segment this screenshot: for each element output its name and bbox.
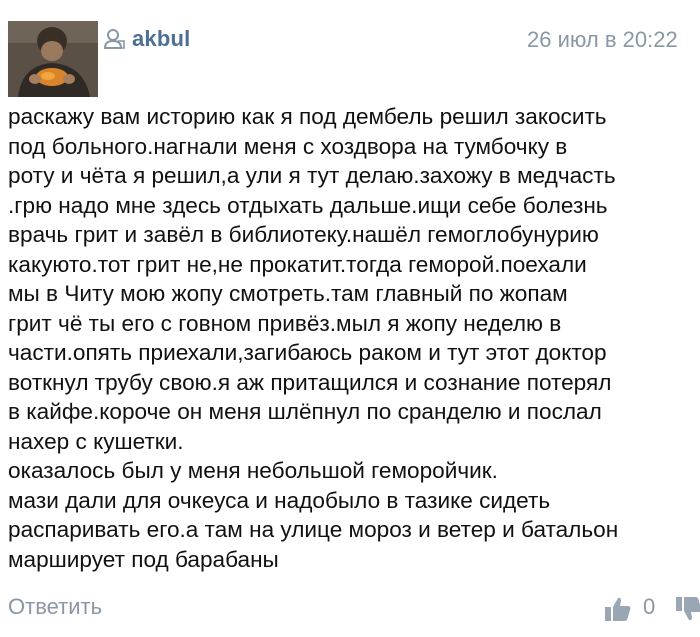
- comment-text-line: оказалось был у меня небольшой геморойчи…: [8, 458, 498, 483]
- comment-timestamp[interactable]: 26 июл в 20:22: [527, 27, 678, 53]
- avatar[interactable]: [8, 21, 98, 97]
- thumbs-up-icon[interactable]: [604, 596, 632, 622]
- comment-text-line: распаривать его.а там на улице мороз и в…: [8, 517, 619, 542]
- comment-text-line: в кайфе.короче он меня шлёпнул по сранде…: [8, 399, 602, 424]
- comment-text: раскажу вам историю как я под дембель ре…: [8, 102, 700, 574]
- comment-text-line: врачь грит и завёл в библиотеку.нашёл ге…: [8, 222, 599, 247]
- like-count: 0: [643, 594, 656, 619]
- thumbs-down-icon[interactable]: [675, 596, 700, 622]
- reply-button[interactable]: Ответить: [8, 594, 102, 620]
- comment-text-line: нахер с кушетки.: [8, 428, 184, 454]
- comment-text-line: мази дали для очкеуса и надобыло в тазик…: [8, 487, 551, 513]
- user-icon: [103, 28, 126, 50]
- comment-text-line: какуюто.тот грит не,не прокатит.тогда ге…: [8, 251, 587, 277]
- comment-text-line: части.опять приехали,загибаюсь раком и т…: [8, 340, 607, 365]
- comment-card: akbul 26 июл в 20:22 раскажу вам историю…: [0, 0, 700, 637]
- comment-text-line: роту и чёта я решил,а ули я тут делаю.за…: [8, 163, 616, 188]
- comment-text-line: раскажу вам историю как я под дембель ре…: [8, 104, 607, 129]
- avatar-photo: [8, 21, 98, 97]
- comment-text-line: мы в Читу мою жопу смотреть.там главный …: [8, 281, 568, 306]
- author: akbul: [103, 24, 190, 54]
- comment-text-line: .грю надо мне здесь отдыхать дальше.ищи …: [8, 192, 608, 218]
- comment-text-line: марширует под барабаны: [8, 546, 279, 572]
- comment-text-line: под больного.нагнали меня с хоздвора на …: [8, 133, 568, 159]
- comment-text-line: воткнул трубу свою.я аж притащился и соз…: [8, 369, 612, 395]
- comment-text-line: грит чё ты его с говном привёз.мыл я жоп…: [8, 310, 562, 336]
- author-name[interactable]: akbul: [132, 26, 190, 52]
